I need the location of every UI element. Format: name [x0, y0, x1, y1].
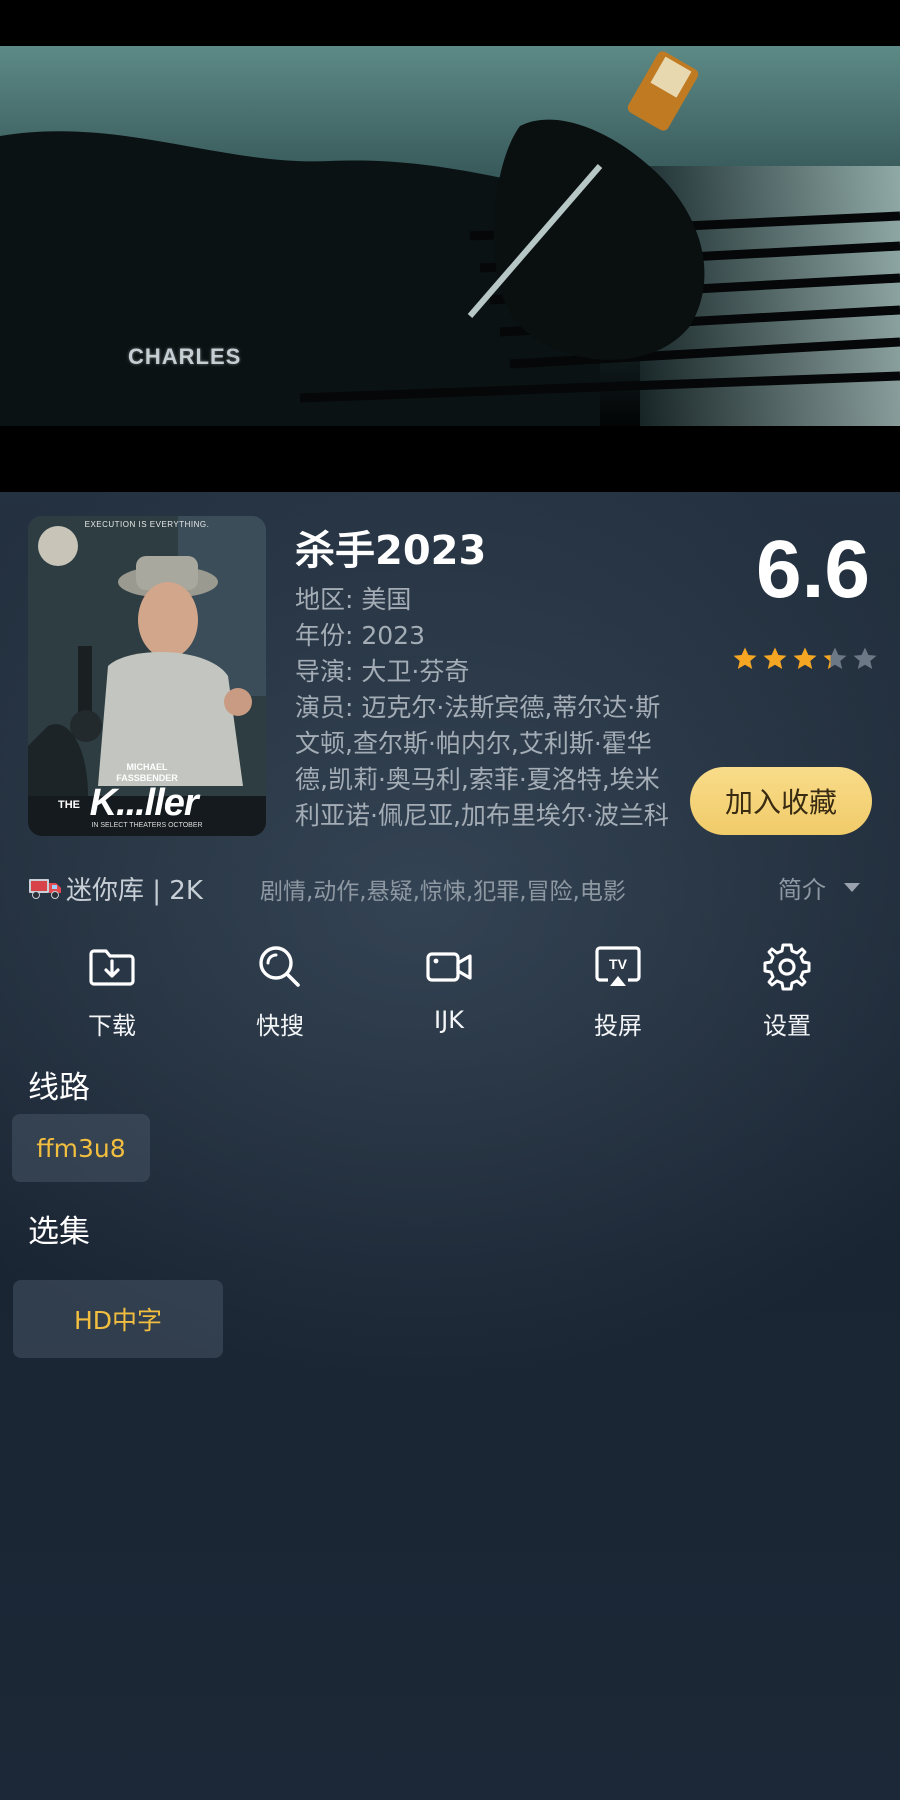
download-folder-icon: [89, 949, 135, 986]
ijk-label: IJK: [434, 1006, 464, 1034]
poster-actor: MICHAEL FASSBENDER: [28, 762, 266, 784]
video-camera-icon: [426, 952, 472, 982]
video-overlay-text: CHARLES: [128, 344, 242, 369]
episodes-heading: 选集: [28, 1214, 90, 1250]
source-label: 迷你库 | 2K: [66, 875, 203, 906]
poster-title-main: K...ller: [89, 782, 199, 824]
ijk-player-button[interactable]: IJK: [389, 942, 509, 1034]
star-icon: [853, 647, 877, 669]
settings-label: 设置: [763, 1012, 811, 1040]
poster-release: IN SELECT THEATERS OCTOBER: [91, 822, 203, 829]
tv-cast-icon: TV: [595, 946, 641, 986]
svg-text:TV: TV: [609, 956, 628, 972]
quick-search-label: 快搜: [256, 1012, 304, 1040]
poster-title-pre: THE: [58, 798, 80, 811]
movie-year: 年份: 2023: [295, 621, 425, 650]
routes-heading: 线路: [28, 1070, 90, 1106]
intro-label: 简介: [778, 876, 826, 904]
truck-icon: [29, 879, 61, 899]
download-label: 下载: [88, 1012, 136, 1040]
video-player[interactable]: CHARLES: [0, 46, 900, 492]
download-button[interactable]: 下载: [52, 942, 172, 1041]
rating-score: 6.6: [756, 524, 870, 615]
add-to-favorites-button[interactable]: 加入收藏: [690, 767, 872, 835]
star-icon: [763, 647, 787, 669]
intro-toggle[interactable]: 简介: [778, 870, 860, 905]
action-bar: 下载 快搜 IJK TV 投屏 设置: [0, 942, 900, 1042]
caret-down-icon: [844, 883, 860, 892]
status-bar: [0, 0, 900, 46]
cast-screen-label: 投屏: [594, 1012, 642, 1040]
search-icon: [259, 946, 300, 987]
gear-icon: [763, 943, 811, 991]
star-icon: [823, 647, 847, 669]
settings-button[interactable]: 设置: [727, 942, 847, 1041]
cast-screen-button[interactable]: TV 投屏: [558, 942, 678, 1041]
movie-title: 杀手2023: [295, 528, 487, 574]
episode-chip[interactable]: HD中字: [13, 1280, 223, 1358]
movie-cast: 演员: 迈克尔·法斯宾德,蒂尔达·斯文顿,查尔斯·帕内尔,艾利斯·霍华德,凯莉·…: [295, 693, 669, 830]
movie-region: 地区: 美国: [295, 585, 412, 614]
poster-title: THE K...ller: [58, 782, 199, 825]
source-info: 迷你库 | 2K: [28, 868, 203, 908]
star-icon: [793, 647, 817, 669]
poster-tagline: EXECUTION IS EVERYTHING.: [84, 520, 210, 529]
star-icon: [733, 647, 757, 669]
quick-search-button[interactable]: 快搜: [220, 942, 340, 1041]
poster-actor-first: MICHAEL: [126, 762, 168, 772]
genre-list: 剧情,动作,悬疑,惊悚,犯罪,冒险,电影: [260, 879, 626, 905]
movie-meta: 地区: 美国 年份: 2023 导演: 大卫·芬奇 演员: 迈克尔·法斯宾德,蒂…: [295, 582, 675, 834]
rating-stars: [732, 646, 878, 672]
movie-poster[interactable]: EXECUTION IS EVERYTHING. MICHAEL FASSBEN…: [28, 516, 266, 836]
video-frame: [0, 46, 900, 492]
movie-director: 导演: 大卫·芬奇: [295, 657, 470, 686]
route-chip[interactable]: ffm3u8: [12, 1114, 150, 1182]
